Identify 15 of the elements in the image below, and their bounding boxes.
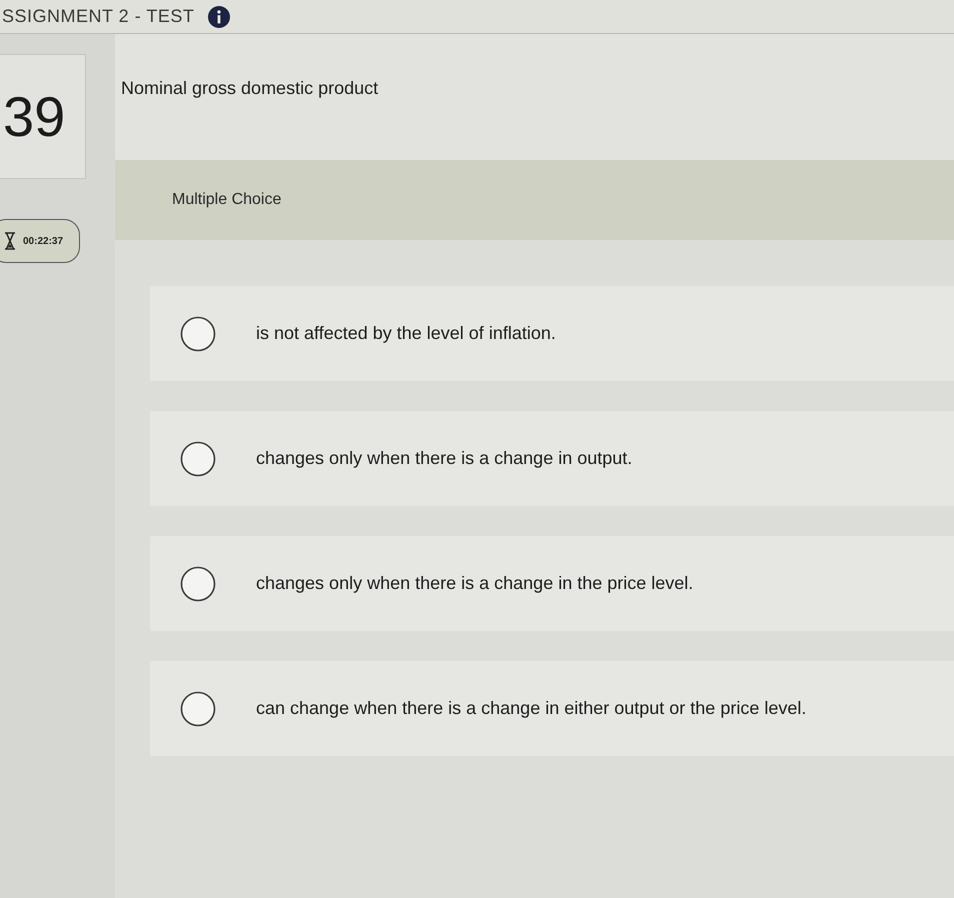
answer-option[interactable]: is not affected by the level of inflation. xyxy=(150,286,954,381)
radio-button[interactable] xyxy=(180,690,216,726)
timer-text: 00:22:37 xyxy=(23,236,64,246)
answer-option[interactable]: changes only when there is a change in the price level. xyxy=(150,536,954,631)
radio-button[interactable] xyxy=(180,440,216,476)
radio-button[interactable] xyxy=(180,566,216,602)
answer-option[interactable]: changes only when there is a change in output. xyxy=(150,411,954,506)
question-text: Nominal gross domestic product xyxy=(115,34,954,160)
hourglass-icon xyxy=(4,232,16,250)
info-icon[interactable] xyxy=(208,6,230,28)
radio-button[interactable] xyxy=(180,316,216,352)
question-type: Multiple Choice xyxy=(172,191,282,209)
question-number: 39 xyxy=(3,84,66,149)
answer-option[interactable]: can change when there is a change in either output or the price level. xyxy=(150,661,954,756)
assignment-title: SSIGNMENT 2 - TEST xyxy=(2,6,194,27)
